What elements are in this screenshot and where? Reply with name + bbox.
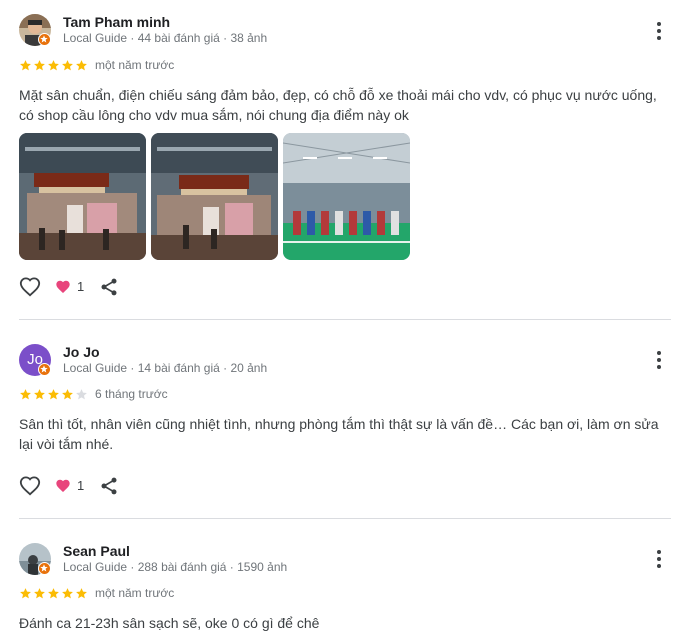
review-date: 6 tháng trước <box>95 387 168 401</box>
more-vert-icon[interactable] <box>650 20 668 42</box>
reviewer-name[interactable]: Tam Pham minh <box>63 14 170 30</box>
star-icon <box>20 588 31 599</box>
star-icon <box>48 60 59 71</box>
review-text: Mặt sân chuẩn, điện chiếu sáng đảm bảo, … <box>19 87 657 123</box>
star-icon <box>62 588 73 599</box>
review-photo[interactable] <box>19 133 146 260</box>
review-photo[interactable] <box>151 133 278 260</box>
star-icon <box>76 588 87 599</box>
local-guide-badge-icon <box>38 33 51 46</box>
star-rating <box>19 587 88 601</box>
review-photos <box>19 133 410 260</box>
divider <box>19 319 671 320</box>
share-icon[interactable] <box>99 475 119 497</box>
like-count: 1 <box>77 478 85 493</box>
star-icon <box>20 60 31 71</box>
star-icon <box>20 389 31 400</box>
review-date: một năm trước <box>95 586 175 600</box>
review-date: một năm trước <box>95 58 175 72</box>
star-icon <box>62 60 73 71</box>
like-icon[interactable] <box>19 276 41 298</box>
star-icon <box>34 588 45 599</box>
reviewer-meta[interactable]: Local Guide · 288 bài đánh giá · 1590 ản… <box>63 560 287 574</box>
share-icon[interactable] <box>99 276 119 298</box>
review-photo[interactable] <box>283 133 410 260</box>
star-icon <box>62 389 73 400</box>
review-text: Sân thì tốt, nhân viên cũng nhiệt tình, … <box>19 416 659 452</box>
star-icon <box>76 60 87 71</box>
reviewer-meta[interactable]: Local Guide · 14 bài đánh giá · 20 ảnh <box>63 361 267 375</box>
local-guide-badge-icon <box>38 363 51 376</box>
review-text: Đánh ca 21-23h sân sạch sẽ, oke 0 có gì … <box>19 615 320 631</box>
star-rating <box>19 388 88 402</box>
local-guide-badge-icon <box>38 562 51 575</box>
star-icon <box>48 389 59 400</box>
star-icon <box>34 389 45 400</box>
heart-icon <box>55 478 71 494</box>
reviewer-meta[interactable]: Local Guide · 44 bài đánh giá · 38 ảnh <box>63 31 267 45</box>
star-rating <box>19 59 88 73</box>
reviewer-name[interactable]: Jo Jo <box>63 344 100 360</box>
like-count: 1 <box>77 279 85 294</box>
star-icon <box>48 588 59 599</box>
like-icon[interactable] <box>19 475 41 497</box>
heart-icon <box>55 279 71 295</box>
more-vert-icon[interactable] <box>650 349 668 371</box>
star-icon <box>34 60 45 71</box>
star-icon <box>76 389 87 400</box>
more-vert-icon[interactable] <box>650 548 668 570</box>
divider <box>19 518 671 519</box>
reviewer-name[interactable]: Sean Paul <box>63 543 130 559</box>
